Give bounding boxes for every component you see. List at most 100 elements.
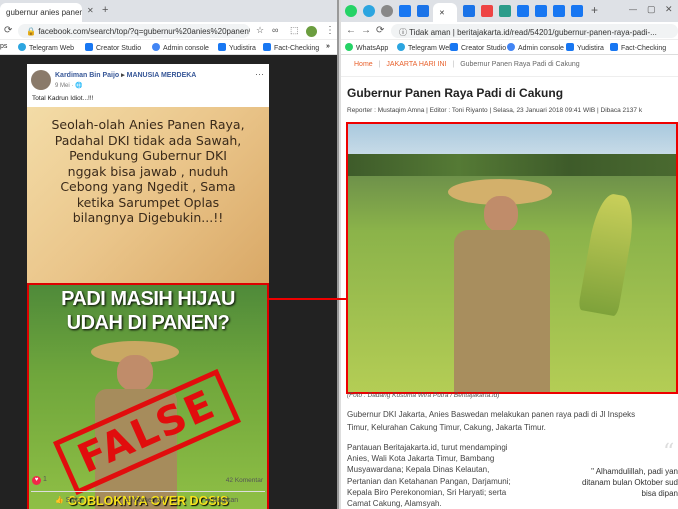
- uniform-shape: [454, 230, 550, 392]
- left-active-tab[interactable]: gubernur anies panen padi h...: [0, 3, 82, 22]
- tab-title: gubernur anies panen padi h...: [6, 8, 82, 17]
- post-group[interactable]: MANUSIA MERDEKA: [127, 72, 197, 79]
- treeline-shape: [348, 154, 676, 176]
- tab-icon[interactable]: [463, 5, 475, 17]
- tab-icon[interactable]: [553, 5, 565, 17]
- minimize-icon[interactable]: —: [629, 5, 637, 14]
- post-author[interactable]: Kardiman Bin Paijo: [55, 72, 119, 79]
- forward-icon[interactable]: →: [361, 25, 371, 36]
- puzzle-icon[interactable]: ⬚: [290, 25, 299, 36]
- bookmark-item[interactable]: WhatsApp: [345, 43, 388, 52]
- tab-close-icon[interactable]: ✕: [87, 6, 94, 15]
- left-browser-window: gubernur anies panen padi h... ✕ + ⟳ 🔒 f…: [0, 0, 339, 509]
- globe-icon: 🌐: [75, 83, 83, 89]
- author-avatar[interactable]: [31, 70, 51, 90]
- star-icon[interactable]: ☆: [256, 25, 264, 36]
- tab-icon[interactable]: [481, 5, 493, 17]
- bookmark-item[interactable]: Fact-Checking: [610, 43, 666, 52]
- article-paragraph: Gubernur DKI Jakarta, Anies Baswedan mel…: [347, 410, 636, 419]
- face-shape: [484, 196, 518, 232]
- right-bookmarks-bar: WhatsApp Telegram Web Creator Studio Adm…: [341, 40, 678, 55]
- extension-icon[interactable]: ∞: [272, 25, 278, 35]
- left-url-field[interactable]: 🔒 facebook.com/search/top/?q=gubernur%20…: [18, 24, 250, 38]
- maximize-icon[interactable]: ▢: [647, 4, 656, 15]
- right-address-bar: ← → ⟳ ⓘ Tidak aman | beritajakarta.id/re…: [341, 22, 678, 40]
- more-bookmarks-icon[interactable]: »: [326, 43, 330, 50]
- bookmark-item[interactable]: Telegram Web: [397, 43, 453, 52]
- article-page: Home | JAKARTA HARI INI | Gubernur Panen…: [341, 55, 678, 509]
- rice-bundle-shape: [577, 191, 639, 317]
- refresh-icon[interactable]: ⟳: [4, 25, 12, 36]
- tab-icon[interactable]: [399, 5, 411, 17]
- reactions-count[interactable]: ♥ 1: [32, 476, 47, 485]
- bookmark-item[interactable]: Yudistira: [566, 43, 604, 52]
- refresh-icon[interactable]: ⟳: [376, 25, 384, 36]
- tab-icon[interactable]: [535, 5, 547, 17]
- comment-button[interactable]: ▭ Komentari: [125, 496, 165, 504]
- meme-text-panel: Seolah-olah Anies Panen Raya, Padahal DK…: [27, 107, 269, 283]
- whatsapp-tab-icon[interactable]: [345, 5, 357, 17]
- meme-photo: PADI MASIH HIJAU UDAH DI PANEN? FALSE GO…: [27, 283, 269, 509]
- article-photo[interactable]: [346, 122, 678, 394]
- pull-quote: " Alhamdulillah, padi yan ditanam bulan …: [581, 467, 678, 499]
- post-options-icon[interactable]: ···: [255, 69, 264, 79]
- share-button[interactable]: ➦ Bagikan: [205, 496, 238, 504]
- left-url-text: facebook.com/search/top/?q=gubernur%20an…: [38, 27, 250, 36]
- bookmark-item[interactable]: Creator Studio: [450, 43, 506, 52]
- tab-icon[interactable]: [571, 5, 583, 17]
- back-icon[interactable]: ←: [346, 25, 356, 36]
- post-text: Total Kadrun Idiot...!!!: [32, 95, 94, 102]
- meme-banner-top: PADI MASIH HIJAU: [61, 288, 235, 310]
- tab-icon[interactable]: [499, 5, 511, 17]
- comparison-connector-line: [267, 298, 347, 300]
- avatar[interactable]: [306, 26, 317, 37]
- love-icon: ♥: [32, 476, 41, 485]
- photo-caption: (Foto : Dadang Kusuma Wira Putra / Berit…: [347, 392, 500, 399]
- telegram-tab-icon[interactable]: [363, 5, 375, 17]
- left-address-bar: ⟳ 🔒 facebook.com/search/top/?q=gubernur%…: [0, 22, 337, 40]
- tab-icon[interactable]: [417, 5, 429, 17]
- article-byline: Reporter : Mustaqim Amna | Editor : Toni…: [347, 107, 643, 114]
- breadcrumb-home[interactable]: Home: [354, 61, 373, 68]
- right-browser-window: ✕ + — ▢ ✕ ← → ⟳ ⓘ Tidak aman | beritajak…: [341, 0, 678, 509]
- meme-caption: Seolah-olah Anies Panen Raya, Padahal DK…: [51, 117, 245, 225]
- tab-icon[interactable]: [517, 5, 529, 17]
- right-tab-bar: ✕ + — ▢ ✕: [341, 0, 678, 22]
- breadcrumb-section[interactable]: JAKARTA HARI INI: [386, 61, 446, 68]
- right-url-text: beritajakarta.id/read/54201/gubernur-pan…: [457, 28, 657, 37]
- breadcrumb: Home | JAKARTA HARI INI | Gubernur Panen…: [341, 55, 678, 77]
- post-date[interactable]: 9 Mei: [55, 83, 70, 89]
- bookmark-item[interactable]: Telegram Web: [18, 43, 74, 52]
- divider: [31, 491, 265, 492]
- bookmark-item[interactable]: Fact-Checking: [263, 43, 319, 52]
- left-bookmarks-bar: ps Telegram Web Creator Studio Admin con…: [0, 40, 337, 55]
- comment-icon: ▭: [125, 497, 132, 504]
- new-tab-icon[interactable]: +: [102, 4, 108, 16]
- close-icon[interactable]: ✕: [665, 4, 673, 15]
- security-status: Tidak aman: [409, 28, 451, 37]
- thumbs-up-icon: 👍: [55, 497, 64, 504]
- menu-icon[interactable]: ⋮: [325, 25, 335, 36]
- bookmark-item[interactable]: ps: [0, 43, 7, 50]
- post-image[interactable]: Seolah-olah Anies Panen Raya, Padahal DK…: [27, 107, 269, 509]
- bookmark-item[interactable]: Yudistira: [218, 43, 256, 52]
- article-paragraph-2: Pantauan Beritajakarta.id, turut mendamp…: [347, 443, 511, 509]
- quote-mark-icon: “: [663, 440, 675, 465]
- facebook-post: Kardiman Bin Paijo ▸ MANUSIA MERDEKA 9 M…: [27, 64, 269, 509]
- bookmark-item[interactable]: Admin console: [507, 43, 564, 52]
- left-tab-bar: gubernur anies panen padi h... ✕ +: [0, 0, 337, 22]
- breadcrumb-current: Gubernur Panen Raya Padi di Cakung: [460, 61, 580, 68]
- bookmark-item[interactable]: Admin console: [152, 43, 209, 52]
- comments-count[interactable]: 42 Komentar: [226, 477, 263, 484]
- tab-icon[interactable]: [381, 5, 393, 17]
- info-icon: ⓘ: [399, 28, 407, 37]
- bookmark-item[interactable]: Creator Studio: [85, 43, 141, 52]
- right-url-field[interactable]: ⓘ Tidak aman | beritajakarta.id/read/542…: [391, 24, 678, 38]
- article-paragraph: Timur, Kelurahan Cakung Timur, Cakung, J…: [347, 423, 546, 432]
- like-button[interactable]: 👍 Suka: [55, 496, 82, 504]
- meme-banner-mid: UDAH DI PANEN?: [66, 312, 230, 334]
- new-tab-icon[interactable]: +: [591, 3, 598, 17]
- share-icon: ➦: [205, 497, 211, 504]
- face-shape: [117, 355, 153, 391]
- right-active-tab[interactable]: ✕: [433, 3, 457, 22]
